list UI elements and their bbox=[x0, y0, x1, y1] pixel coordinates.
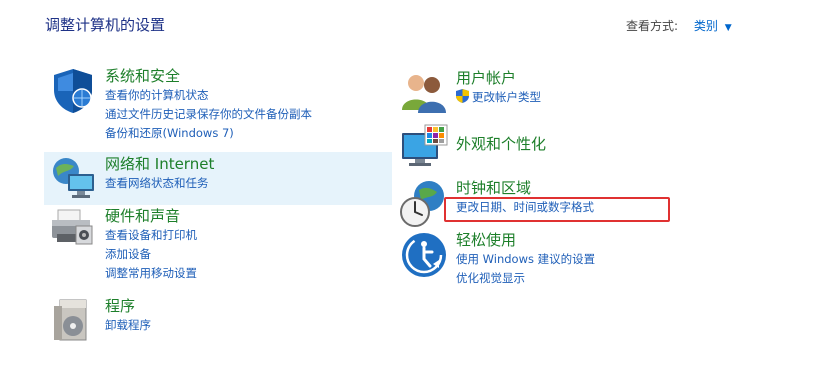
category-title[interactable]: 程序 bbox=[105, 296, 151, 316]
network-globe-icon bbox=[53, 158, 94, 198]
users-icon bbox=[402, 75, 446, 113]
category-user-accounts: 用户帐户 更改帐户类型 bbox=[395, 68, 735, 118]
link-label: 更改帐户类型 bbox=[472, 90, 541, 104]
link-change-account-type[interactable]: 更改帐户类型 bbox=[456, 88, 541, 107]
link-backup-restore[interactable]: 备份和还原(Windows 7) bbox=[105, 124, 312, 143]
link-file-history[interactable]: 通过文件历史记录保存你的文件备份副本 bbox=[105, 105, 312, 124]
programs-icon bbox=[54, 299, 87, 341]
category-title[interactable]: 时钟和区域 bbox=[456, 178, 594, 198]
category-ease-of-access: 轻松使用 使用 Windows 建议的设置 优化视觉显示 bbox=[395, 230, 735, 292]
link-recommended-settings[interactable]: 使用 Windows 建议的设置 bbox=[456, 250, 595, 269]
link-devices-printers[interactable]: 查看设备和打印机 bbox=[105, 226, 197, 245]
view-by: 查看方式: 类别 ▼ bbox=[626, 17, 732, 34]
category-network-internet: 网络和 Internet 查看网络状态和任务 bbox=[44, 152, 392, 205]
category-title[interactable]: 外观和个性化 bbox=[456, 134, 546, 154]
link-network-status[interactable]: 查看网络状态和任务 bbox=[105, 174, 214, 193]
security-shield-icon bbox=[54, 69, 92, 113]
category-title[interactable]: 轻松使用 bbox=[456, 230, 595, 250]
category-appearance: 外观和个性化 bbox=[395, 123, 735, 173]
view-by-label: 查看方式: bbox=[626, 19, 679, 33]
category-clock-region: 时钟和区域 更改日期、时间或数字格式 bbox=[395, 178, 735, 228]
page-title: 调整计算机的设置 bbox=[45, 16, 166, 34]
category-system-security: 系统和安全 查看你的计算机状态 通过文件历史记录保存你的文件备份副本 备份和还原… bbox=[44, 66, 384, 146]
link-mobility-settings[interactable]: 调整常用移动设置 bbox=[105, 264, 197, 283]
clock-globe-icon bbox=[400, 181, 444, 227]
link-view-computer-status[interactable]: 查看你的计算机状态 bbox=[105, 86, 312, 105]
link-uninstall-program[interactable]: 卸载程序 bbox=[105, 316, 151, 335]
view-by-dropdown[interactable]: 类别 bbox=[694, 19, 718, 33]
chevron-down-icon[interactable]: ▼ bbox=[725, 23, 732, 33]
category-title[interactable]: 网络和 Internet bbox=[105, 154, 214, 174]
printer-icon bbox=[52, 209, 93, 245]
ease-of-access-icon bbox=[402, 233, 446, 277]
link-change-date-time-format[interactable]: 更改日期、时间或数字格式 bbox=[456, 198, 594, 217]
monitor-palette-icon bbox=[402, 124, 448, 166]
link-add-device[interactable]: 添加设备 bbox=[105, 245, 197, 264]
link-optimize-visual-display[interactable]: 优化视觉显示 bbox=[456, 269, 595, 288]
category-programs: 程序 卸载程序 bbox=[44, 296, 384, 342]
category-title[interactable]: 用户帐户 bbox=[456, 68, 541, 88]
category-title[interactable]: 系统和安全 bbox=[105, 66, 312, 86]
uac-shield-icon bbox=[456, 89, 469, 103]
category-title[interactable]: 硬件和声音 bbox=[105, 206, 197, 226]
category-hardware-sound: 硬件和声音 查看设备和打印机 添加设备 调整常用移动设置 bbox=[44, 206, 384, 286]
